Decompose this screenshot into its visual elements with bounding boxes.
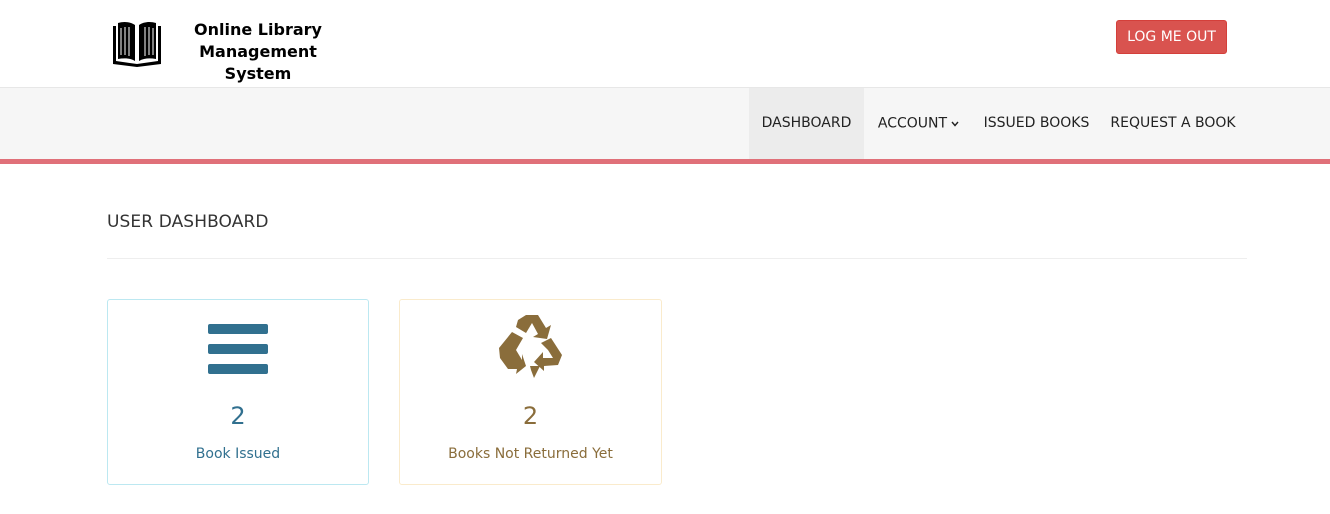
nav-item-account[interactable]: ACCOUNT [864, 88, 973, 159]
chevron-down-icon [951, 88, 959, 159]
bars-icon [207, 322, 269, 376]
nav-item-dashboard[interactable]: DASHBOARD [749, 88, 864, 159]
nav-dashboard-label: DASHBOARD [761, 115, 852, 131]
books-issued-count: 2 [230, 402, 246, 430]
recycle-icon [496, 314, 566, 380]
nav-request-book-label: REQUEST A BOOK [1110, 115, 1236, 131]
books-not-returned-card: 2 Books Not Returned Yet [399, 299, 662, 485]
nav-item-request-book[interactable]: REQUEST A BOOK [1100, 88, 1246, 159]
site-header: Online Library Management System LOG ME … [0, 0, 1330, 88]
nav-account-label: ACCOUNT [877, 115, 948, 132]
brand-line-2: Management System [199, 42, 317, 83]
nav-issued-books-label: ISSUED BOOKS [983, 115, 1090, 131]
books-issued-label: Book Issued [195, 446, 281, 462]
books-issued-card: 2 Book Issued [107, 299, 369, 485]
site-brand[interactable]: Online Library Management System [170, 19, 346, 85]
brand-line-1: Online Library [194, 20, 322, 39]
nav-item-issued-books[interactable]: ISSUED BOOKS [973, 88, 1100, 159]
logout-button[interactable]: LOG ME OUT [1116, 20, 1227, 54]
title-divider [107, 258, 1247, 259]
main-navbar: DASHBOARD ACCOUNT ISSUED BOOKS REQUEST A… [0, 88, 1330, 159]
books-not-returned-label: Books Not Returned Yet [448, 446, 613, 462]
open-book-icon [110, 20, 164, 68]
nav-accent-bar [0, 159, 1330, 164]
page-title: USER DASHBOARD [107, 212, 269, 232]
books-not-returned-count: 2 [522, 402, 539, 430]
